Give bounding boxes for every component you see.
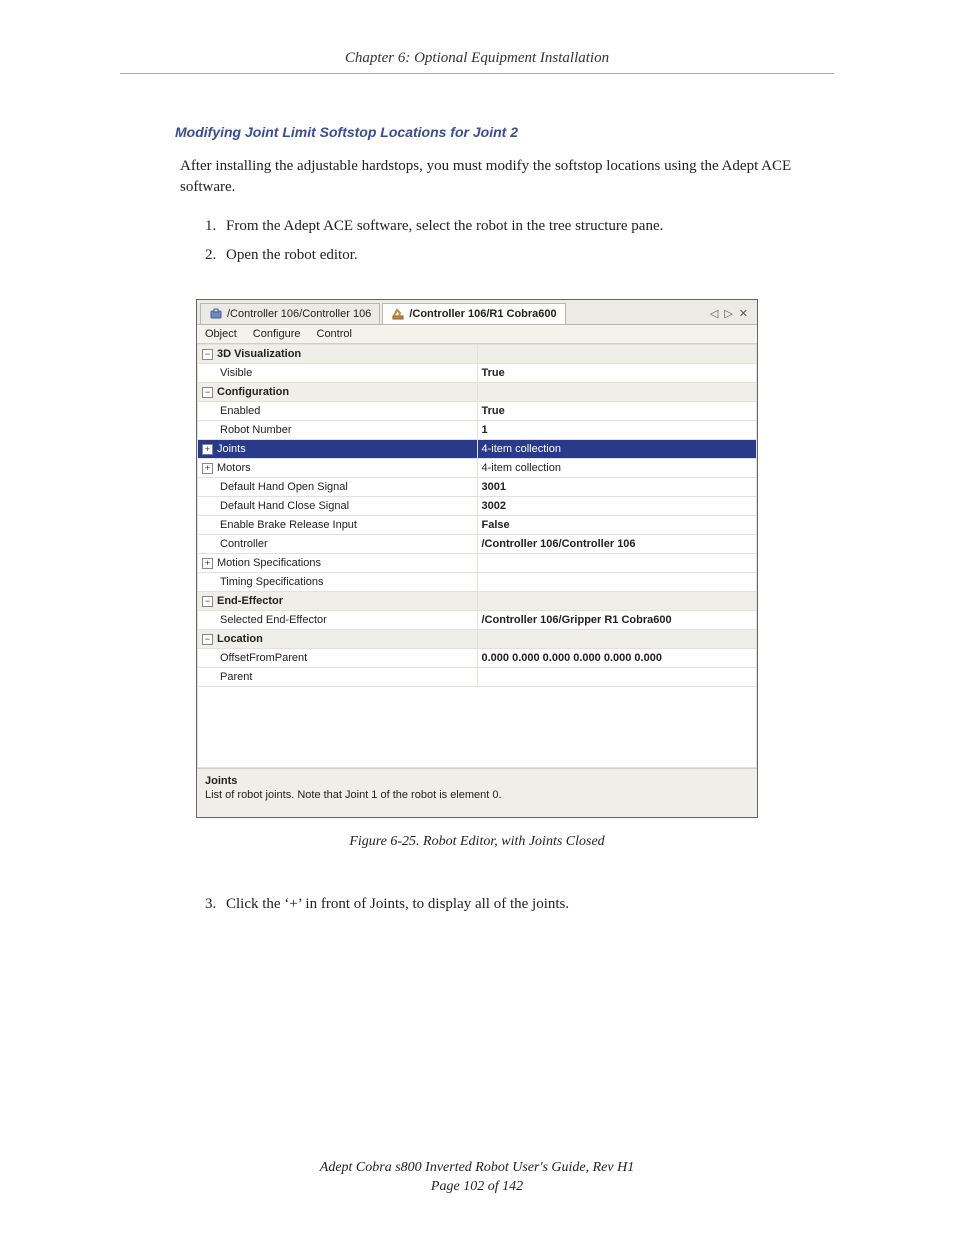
property-row[interactable]: + Joints 4-item collection — [198, 440, 757, 459]
property-label: OffsetFromParent — [220, 652, 307, 664]
description-title: Joints — [205, 775, 749, 787]
property-value[interactable] — [477, 345, 757, 364]
tab-controller-label: /Controller 106/Controller 106 — [227, 308, 371, 320]
property-value[interactable]: /Controller 106/Controller 106 — [477, 535, 757, 554]
property-row[interactable]: −Configuration — [198, 383, 757, 402]
steps-list-part1: From the Adept ACE software, select the … — [190, 212, 834, 269]
property-value[interactable]: 3002 — [477, 497, 757, 516]
property-label: Default Hand Open Signal — [220, 481, 348, 493]
header-rule — [120, 73, 834, 74]
section-heading: Modifying Joint Limit Softstop Locations… — [175, 124, 834, 140]
property-row[interactable]: Default Hand Close Signal 3002 — [198, 497, 757, 516]
collapse-icon[interactable]: − — [202, 349, 213, 360]
object-icon — [209, 307, 223, 321]
tab-robot-label: /Controller 106/R1 Cobra600 — [409, 308, 556, 320]
property-label: Visible — [220, 367, 252, 379]
menu-bar: Object Configure Control — [197, 325, 757, 344]
tab-prev-button[interactable]: ◁ — [708, 307, 720, 320]
property-row[interactable]: OffsetFromParent 0.000 0.000 0.000 0.000 … — [198, 649, 757, 668]
property-value[interactable]: /Controller 106/Gripper R1 Cobra600 — [477, 611, 757, 630]
property-value[interactable]: True — [477, 364, 757, 383]
collapse-icon[interactable]: − — [202, 387, 213, 398]
menu-object[interactable]: Object — [205, 328, 237, 340]
property-value[interactable] — [477, 573, 757, 592]
description-panel: Joints List of robot joints. Note that J… — [197, 768, 757, 817]
property-row[interactable]: Enable Brake Release Input False — [198, 516, 757, 535]
chapter-title: Chapter 6: Optional Equipment Installati… — [120, 50, 834, 73]
property-label: Enabled — [220, 405, 260, 417]
property-label: Motors — [217, 462, 251, 474]
collapse-icon[interactable]: − — [202, 634, 213, 645]
property-value[interactable]: 4-item collection — [477, 440, 757, 459]
footer-title: Adept Cobra s800 Inverted Robot User's G… — [0, 1159, 954, 1178]
tab-close-button[interactable]: ✕ — [737, 307, 750, 320]
property-row[interactable]: −End-Effector — [198, 592, 757, 611]
property-label: Selected End-Effector — [220, 614, 327, 626]
figure-caption: Figure 6-25. Robot Editor, with Joints C… — [120, 834, 834, 850]
property-grid-blank — [197, 687, 757, 768]
property-value[interactable] — [477, 592, 757, 611]
property-row[interactable]: Enabled True — [198, 402, 757, 421]
property-label: Location — [217, 633, 263, 645]
robot-icon — [391, 307, 405, 321]
tab-robot[interactable]: /Controller 106/R1 Cobra600 — [382, 303, 565, 324]
property-grid[interactable]: −3D VisualizationVisibleTrue−Configurati… — [197, 344, 757, 687]
property-value[interactable] — [477, 383, 757, 402]
intro-paragraph: After installing the adjustable hardstop… — [180, 156, 834, 198]
property-label: Parent — [220, 671, 252, 683]
property-label: Timing Specifications — [220, 576, 324, 588]
collapse-icon[interactable]: − — [202, 596, 213, 607]
property-row[interactable]: −Location — [198, 630, 757, 649]
property-row[interactable]: Parent — [198, 668, 757, 687]
expand-icon[interactable]: + — [202, 444, 213, 455]
property-label: End-Effector — [217, 595, 283, 607]
property-label: Configuration — [217, 386, 289, 398]
property-row[interactable]: Controller/Controller 106/Controller 106 — [198, 535, 757, 554]
property-value[interactable] — [477, 554, 757, 573]
property-value[interactable]: 0.000 0.000 0.000 0.000 0.000 0.000 — [477, 649, 757, 668]
property-row[interactable]: + Motors 4-item collection — [198, 459, 757, 478]
property-value[interactable]: 4-item collection — [477, 459, 757, 478]
property-label: Enable Brake Release Input — [220, 519, 357, 531]
property-value[interactable]: 1 — [477, 421, 757, 440]
expand-icon[interactable]: + — [202, 558, 213, 569]
property-row[interactable]: Visible True — [198, 364, 757, 383]
steps-list-part2: Click the ‘+’ in front of Joints, to dis… — [190, 890, 834, 919]
footer-page: Page 102 of 142 — [0, 1178, 954, 1197]
property-label: Motion Specifications — [217, 557, 321, 569]
description-text: List of robot joints. Note that Joint 1 … — [205, 789, 749, 801]
expand-icon[interactable]: + — [202, 463, 213, 474]
tab-controller[interactable]: /Controller 106/Controller 106 — [200, 303, 380, 324]
property-label: 3D Visualization — [217, 348, 301, 360]
property-row[interactable]: Default Hand Open Signal 3001 — [198, 478, 757, 497]
property-label: Controller — [220, 538, 268, 550]
step-2: Open the robot editor. — [220, 241, 834, 270]
property-row[interactable]: Timing Specifications — [198, 573, 757, 592]
step-1: From the Adept ACE software, select the … — [220, 212, 834, 241]
property-row[interactable]: Selected End-Effector/Controller 106/Gri… — [198, 611, 757, 630]
page-footer: Adept Cobra s800 Inverted Robot User's G… — [0, 1159, 954, 1197]
step-3: Click the ‘+’ in front of Joints, to dis… — [220, 890, 834, 919]
property-label: Robot Number — [220, 424, 292, 436]
menu-configure[interactable]: Configure — [253, 328, 301, 340]
property-label: Joints — [217, 443, 246, 455]
property-value[interactable]: 3001 — [477, 478, 757, 497]
property-row[interactable]: + Motion Specifications — [198, 554, 757, 573]
property-row[interactable]: −3D Visualization — [198, 345, 757, 364]
property-label: Default Hand Close Signal — [220, 500, 349, 512]
menu-control[interactable]: Control — [317, 328, 352, 340]
property-row[interactable]: Robot Number 1 — [198, 421, 757, 440]
robot-editor-window: /Controller 106/Controller 106 /Controll… — [196, 299, 758, 818]
property-value[interactable] — [477, 668, 757, 687]
tab-next-button[interactable]: ▷ — [722, 307, 734, 320]
tab-strip: /Controller 106/Controller 106 /Controll… — [197, 300, 757, 325]
property-value[interactable]: False — [477, 516, 757, 535]
property-value[interactable]: True — [477, 402, 757, 421]
property-value[interactable] — [477, 630, 757, 649]
